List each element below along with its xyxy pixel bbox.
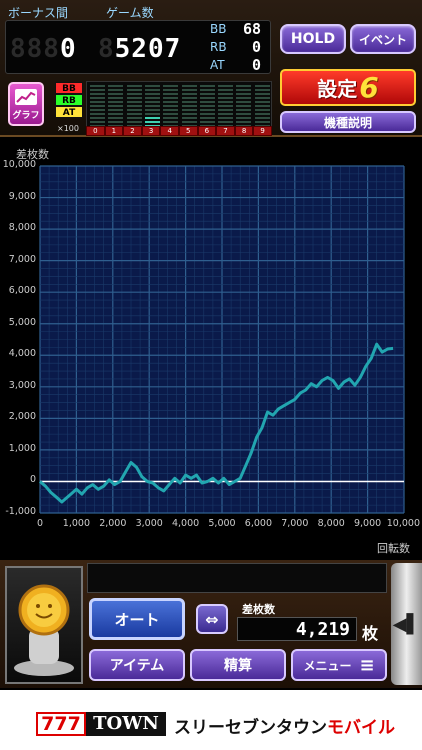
payout-line-chart: [39, 165, 405, 514]
y-tick-label: 8,000: [8, 222, 36, 234]
x-tick-label: 8,000: [317, 518, 345, 529]
y-tick-label: 9,000: [8, 190, 36, 202]
x-tick-label: 3,000: [135, 518, 163, 529]
diff-coins-label: 差枚数: [242, 603, 275, 616]
x-tick-label: 5,000: [208, 518, 236, 529]
item-button[interactable]: アイテム: [89, 649, 185, 681]
x-tick-label: 2,000: [99, 518, 127, 529]
settle-button[interactable]: 精算: [190, 649, 286, 681]
x-tick-label: 6,000: [244, 518, 272, 529]
y-tick-label: 1,000: [8, 442, 36, 454]
coin-mascot-icon: [14, 584, 74, 676]
y-tick-label: 5,000: [8, 316, 36, 328]
x-tick-label: 0: [36, 518, 44, 529]
message-box: [87, 563, 387, 593]
swap-icon[interactable]: ⇔: [196, 604, 228, 634]
logo-777: 777: [36, 712, 86, 736]
character-portrait: [5, 566, 83, 684]
hamburger-icon: ≡: [359, 654, 375, 676]
y-tick-label: 6,000: [8, 285, 36, 297]
y-tick-label: 7,000: [8, 253, 36, 265]
y-tick-label: 10,000: [2, 159, 36, 170]
diff-coins-value: 4,219: [237, 617, 357, 641]
y-tick-label: -1,000: [5, 506, 36, 517]
x-tick-label: 9,000: [353, 518, 382, 529]
y-tick-label: 0: [29, 474, 36, 486]
logo-town: TOWN: [86, 712, 166, 736]
x-tick-label: 4,000: [171, 518, 200, 529]
auto-button[interactable]: オート: [89, 598, 185, 640]
menu-button[interactable]: メニュー ≡: [291, 649, 387, 681]
footer-brand-text: スリーセブンタウンモバイル: [174, 718, 395, 738]
x-tick-label: 1,000: [62, 518, 90, 529]
diff-coins-unit: 枚: [362, 624, 379, 643]
y-tick-label: 3,000: [8, 379, 36, 391]
x-tick-label: 10,000: [386, 518, 420, 529]
y-tick-label: 4,000: [8, 348, 36, 360]
side-panel-tab[interactable]: ◀▌: [391, 563, 422, 685]
y-tick-label: 2,000: [8, 411, 36, 423]
x-tick-label: 7,000: [281, 518, 309, 529]
menu-button-label: メニュー: [303, 658, 352, 673]
